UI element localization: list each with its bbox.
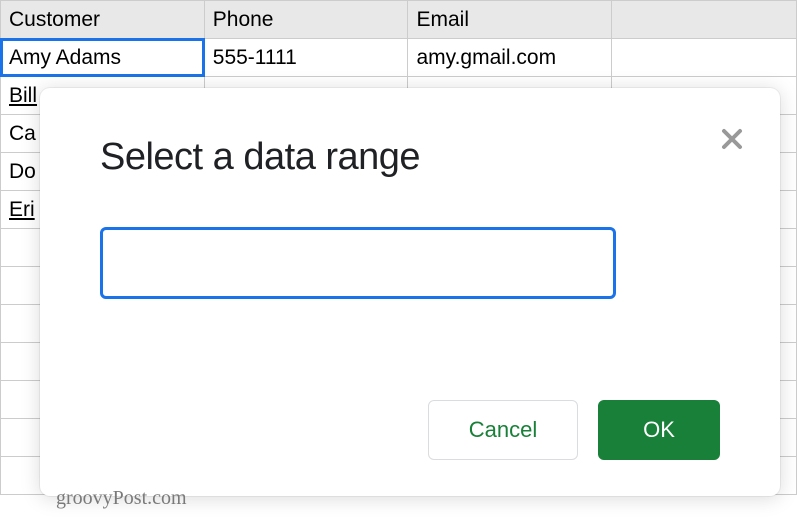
data-range-input[interactable] [100, 227, 616, 299]
select-data-range-dialog: Select a data range Cancel OK [40, 88, 780, 496]
table-row: Amy Adams 555-1111 amy.gmail.com [1, 39, 797, 77]
header-row: Customer Phone Email [1, 1, 797, 39]
cell-customer[interactable]: Amy Adams [1, 39, 205, 77]
dialog-button-row: Cancel OK [428, 400, 720, 460]
cell-empty[interactable] [612, 39, 797, 77]
header-empty[interactable] [612, 1, 797, 39]
header-customer[interactable]: Customer [1, 1, 205, 39]
ok-button[interactable]: OK [598, 400, 720, 460]
header-email[interactable]: Email [408, 1, 612, 39]
cell-phone[interactable]: 555-1111 [204, 39, 408, 77]
cell-email[interactable]: amy.gmail.com [408, 39, 612, 77]
dialog-title: Select a data range [100, 136, 720, 179]
header-phone[interactable]: Phone [204, 1, 408, 39]
close-icon[interactable] [720, 124, 744, 156]
cancel-button[interactable]: Cancel [428, 400, 578, 460]
watermark: groovyPost.com [56, 487, 187, 510]
